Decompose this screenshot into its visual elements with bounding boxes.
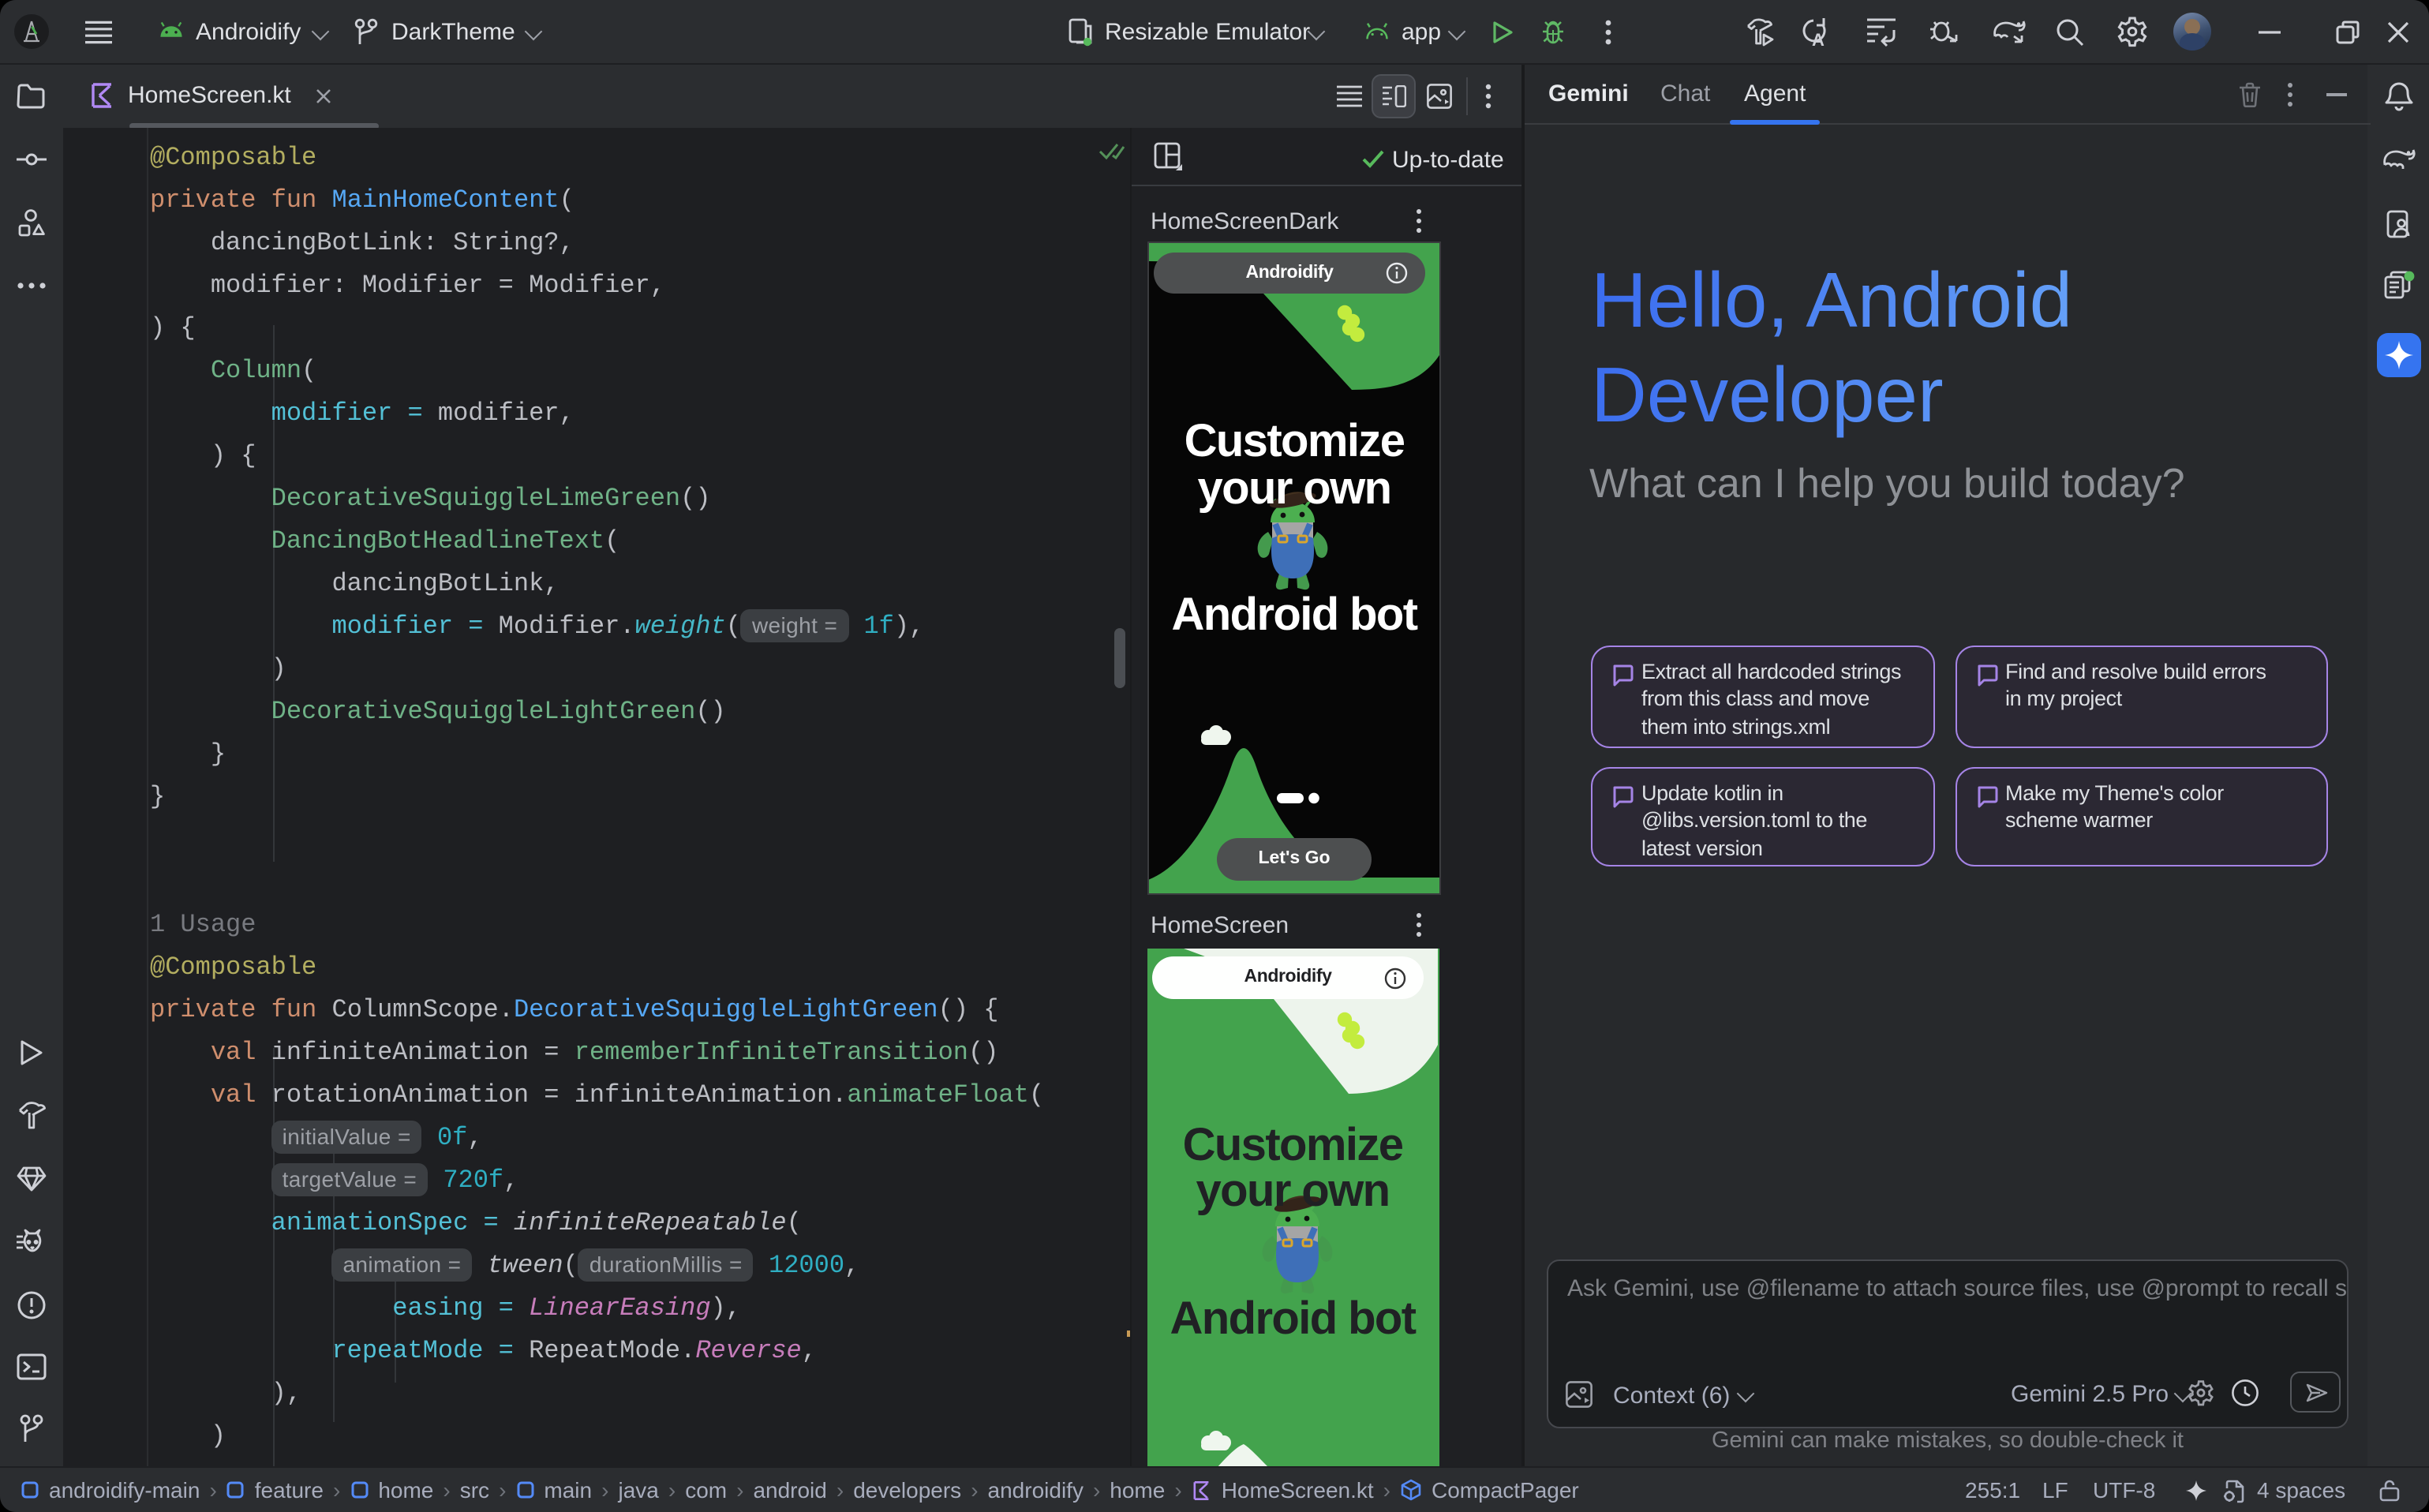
svg-text:A: A [1812,30,1825,49]
